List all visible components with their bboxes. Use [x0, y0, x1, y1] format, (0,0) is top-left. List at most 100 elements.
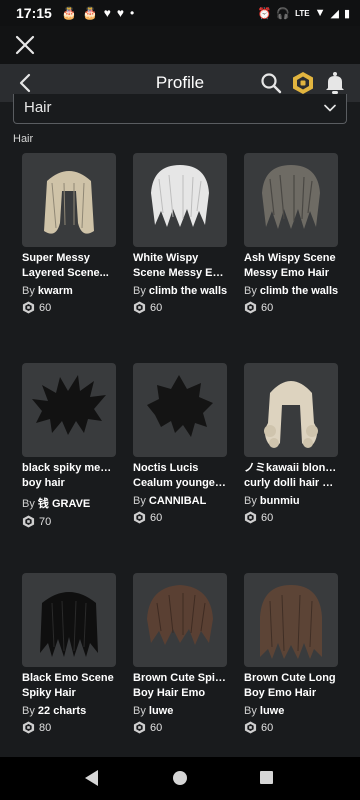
item-thumbnail[interactable] [133, 153, 227, 247]
item-price: 80 [22, 721, 116, 734]
item-name-line1: Brown Cute Long [244, 672, 336, 684]
item-thumbnail[interactable] [244, 363, 338, 457]
price-value: 60 [39, 301, 52, 314]
nav-back-icon[interactable] [84, 769, 100, 787]
item-name-line2: Messy Emo Hair [244, 267, 329, 279]
item-creator[interactable]: By 钱 GRAVE [22, 495, 116, 511]
item-name-line2: boy hair [22, 477, 65, 489]
creator-name: bunmiu [259, 495, 300, 507]
status-time: 17:15 [16, 5, 52, 21]
item-name[interactable]: ノミkawaii blonde curly dolli hair ❤... [244, 461, 338, 491]
item-name[interactable]: Super Messy Layered Scene... [22, 251, 116, 281]
alarm-icon: ⏰ [257, 7, 272, 20]
item-creator[interactable]: By luwe [244, 705, 338, 717]
item-creator[interactable]: By bunmiu [244, 495, 338, 507]
item-thumbnail[interactable] [22, 573, 116, 667]
creator-name: kwarm [37, 285, 73, 297]
item-name-line2: Cealum younger... [133, 477, 227, 489]
item-card[interactable]: White Wispy Scene Messy Em... By climb t… [133, 153, 227, 314]
item-name-line1: White Wispy [133, 252, 199, 264]
item-price: 60 [133, 301, 227, 314]
item-price: 70 [22, 515, 116, 528]
creator-name: CANNIBAL [148, 495, 207, 507]
creator-name: 钱 GRAVE [37, 498, 91, 510]
robux-icon [133, 511, 146, 524]
price-value: 80 [39, 721, 52, 734]
notifications-bell-icon[interactable] [324, 71, 346, 95]
item-creator[interactable]: By luwe [133, 705, 227, 717]
item-creator[interactable]: By climb the walls [244, 285, 338, 297]
item-card[interactable]: Super Messy Layered Scene... By kwarm 60 [22, 153, 116, 314]
nav-recents-icon[interactable] [260, 771, 273, 784]
item-name[interactable]: Ash Wispy Scene Messy Emo Hair [244, 251, 338, 281]
robux-icon [244, 301, 257, 314]
creator-by-label: By [22, 705, 38, 717]
item-thumbnail[interactable] [22, 363, 116, 457]
creator-by-label: By [244, 285, 260, 297]
search-icon[interactable] [260, 72, 282, 94]
item-name[interactable]: White Wispy Scene Messy Em... [133, 251, 227, 281]
item-name-line1: Black Emo Scene [22, 672, 114, 684]
dropdown-selected-value: Hair [24, 99, 52, 116]
item-card[interactable]: black spiky messy boy hair By 钱 GRAVE 70 [22, 363, 116, 528]
item-name-line1: ノミkawaii blonde [244, 462, 338, 474]
headphones-icon: 🎧 [276, 7, 291, 20]
item-card[interactable]: Ash Wispy Scene Messy Emo Hair By climb … [244, 153, 338, 314]
item-name[interactable]: Brown Cute Spiky Boy Hair Emo [133, 671, 227, 701]
price-value: 60 [150, 721, 163, 734]
network-label: LTE [295, 8, 310, 18]
heart-icon: ♥ [116, 6, 124, 20]
item-thumbnail[interactable] [133, 363, 227, 457]
item-card[interactable]: Brown Cute Long Boy Emo Hair By luwe 60 [244, 573, 338, 734]
creator-by-label: By [22, 498, 38, 510]
item-card[interactable]: ノミkawaii blonde curly dolli hair ❤... By… [244, 363, 338, 524]
category-dropdown[interactable]: Hair [13, 94, 347, 124]
creator-by-label: By [133, 495, 149, 507]
item-creator[interactable]: By CANNIBAL [133, 495, 227, 507]
heart-icon: ♥ [103, 6, 111, 20]
item-creator[interactable]: By climb the walls [133, 285, 227, 297]
item-card[interactable]: Noctis Lucis Cealum younger... By CANNIB… [133, 363, 227, 524]
price-value: 60 [261, 511, 274, 524]
system-nav-bar [0, 757, 360, 800]
item-thumbnail[interactable] [244, 153, 338, 247]
item-name-line2: curly dolli hair ❤... [244, 477, 338, 489]
robux-icon [244, 721, 257, 734]
item-name-line2: Scene Messy Em... [133, 267, 227, 279]
item-name-line1: Brown Cute Spiky [133, 672, 227, 684]
item-creator[interactable]: By 22 charts [22, 705, 116, 717]
item-price: 60 [244, 721, 338, 734]
item-name[interactable]: Brown Cute Long Boy Emo Hair [244, 671, 338, 701]
item-thumbnail[interactable] [133, 573, 227, 667]
item-name-line2: Layered Scene... [22, 267, 109, 279]
price-value: 60 [150, 511, 163, 524]
price-value: 70 [39, 515, 52, 528]
nav-home-icon[interactable] [173, 771, 187, 785]
item-thumbnail[interactable] [22, 153, 116, 247]
cake-icon: 🎂 [82, 6, 98, 20]
robux-icon [22, 515, 35, 528]
item-name-line2: Boy Emo Hair [244, 687, 317, 699]
creator-name: 22 charts [37, 705, 87, 717]
robux-icon [133, 301, 146, 314]
item-thumbnail[interactable] [244, 573, 338, 667]
item-card[interactable]: Brown Cute Spiky Boy Hair Emo By luwe 60 [133, 573, 227, 734]
price-value: 60 [261, 721, 274, 734]
item-name[interactable]: Noctis Lucis Cealum younger... [133, 461, 227, 491]
section-label: Hair [13, 133, 34, 145]
item-name[interactable]: black spiky messy boy hair [22, 461, 116, 491]
creator-by-label: By [133, 705, 149, 717]
item-creator[interactable]: By kwarm [22, 285, 116, 297]
system-icons: ⏰ 🎧 LTE ▼ ◢ ▮ [258, 7, 350, 20]
robux-icon[interactable] [292, 71, 314, 95]
item-price: 60 [244, 511, 338, 524]
cake-icon: 🎂 [61, 6, 77, 20]
back-arrow-icon[interactable] [16, 73, 36, 93]
item-name[interactable]: Black Emo Scene Spiky Hair [22, 671, 116, 701]
item-price: 60 [133, 511, 227, 524]
item-price: 60 [244, 301, 338, 314]
wifi-icon: ▼ [314, 7, 326, 19]
item-card[interactable]: Black Emo Scene Spiky Hair By 22 charts … [22, 573, 116, 734]
close-icon[interactable] [14, 34, 36, 56]
creator-by-label: By [133, 285, 149, 297]
